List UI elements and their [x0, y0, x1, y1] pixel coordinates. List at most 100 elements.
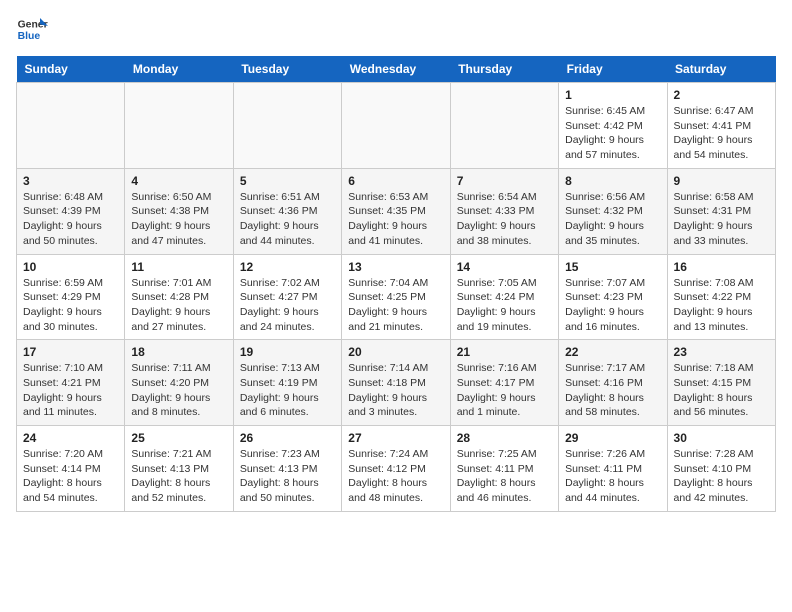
- day-info: Sunrise: 7:08 AMSunset: 4:22 PMDaylight:…: [674, 276, 769, 335]
- calendar-cell: 26 Sunrise: 7:23 AMSunset: 4:13 PMDayligh…: [233, 426, 341, 512]
- calendar-cell: 3 Sunrise: 6:48 AMSunset: 4:39 PMDaylight…: [17, 168, 125, 254]
- weekday-thursday: Thursday: [450, 56, 558, 83]
- day-info: Sunrise: 6:56 AMSunset: 4:32 PMDaylight:…: [565, 190, 660, 249]
- day-number: 29: [565, 431, 660, 445]
- week-row-1: 1 Sunrise: 6:45 AMSunset: 4:42 PMDaylight…: [17, 83, 776, 169]
- calendar-cell: 20 Sunrise: 7:14 AMSunset: 4:18 PMDayligh…: [342, 340, 450, 426]
- day-number: 9: [674, 174, 769, 188]
- day-number: 30: [674, 431, 769, 445]
- calendar-cell: 1 Sunrise: 6:45 AMSunset: 4:42 PMDaylight…: [559, 83, 667, 169]
- day-info: Sunrise: 7:18 AMSunset: 4:15 PMDaylight:…: [674, 361, 769, 420]
- day-number: 10: [23, 260, 118, 274]
- day-info: Sunrise: 7:13 AMSunset: 4:19 PMDaylight:…: [240, 361, 335, 420]
- day-info: Sunrise: 7:04 AMSunset: 4:25 PMDaylight:…: [348, 276, 443, 335]
- calendar-cell: 11 Sunrise: 7:01 AMSunset: 4:28 PMDayligh…: [125, 254, 233, 340]
- logo-icon: General Blue: [16, 16, 48, 44]
- calendar-cell: 24 Sunrise: 7:20 AMSunset: 4:14 PMDayligh…: [17, 426, 125, 512]
- day-info: Sunrise: 7:11 AMSunset: 4:20 PMDaylight:…: [131, 361, 226, 420]
- calendar-cell: 22 Sunrise: 7:17 AMSunset: 4:16 PMDayligh…: [559, 340, 667, 426]
- day-number: 7: [457, 174, 552, 188]
- day-info: Sunrise: 7:28 AMSunset: 4:10 PMDaylight:…: [674, 447, 769, 506]
- day-number: 4: [131, 174, 226, 188]
- day-number: 24: [23, 431, 118, 445]
- day-info: Sunrise: 7:20 AMSunset: 4:14 PMDaylight:…: [23, 447, 118, 506]
- week-row-4: 17Sunrise: 7:10 AMSunset: 4:21 PMDayligh…: [17, 340, 776, 426]
- day-info: Sunrise: 7:16 AMSunset: 4:17 PMDaylight:…: [457, 361, 552, 420]
- day-number: 3: [23, 174, 118, 188]
- day-info: Sunrise: 7:24 AMSunset: 4:12 PMDaylight:…: [348, 447, 443, 506]
- day-info: Sunrise: 6:58 AMSunset: 4:31 PMDaylight:…: [674, 190, 769, 249]
- day-number: 22: [565, 345, 660, 359]
- calendar-cell: 9 Sunrise: 6:58 AMSunset: 4:31 PMDaylight…: [667, 168, 775, 254]
- day-number: 8: [565, 174, 660, 188]
- calendar-cell: [17, 83, 125, 169]
- calendar-cell: 14 Sunrise: 7:05 AMSunset: 4:24 PMDayligh…: [450, 254, 558, 340]
- day-number: 25: [131, 431, 226, 445]
- day-info: Sunrise: 6:48 AMSunset: 4:39 PMDaylight:…: [23, 190, 118, 249]
- day-number: 16: [674, 260, 769, 274]
- calendar-cell: 8 Sunrise: 6:56 AMSunset: 4:32 PMDaylight…: [559, 168, 667, 254]
- calendar-cell: 7Sunrise: 6:54 AMSunset: 4:33 PMDaylight…: [450, 168, 558, 254]
- day-info: Sunrise: 7:23 AMSunset: 4:13 PMDaylight:…: [240, 447, 335, 506]
- weekday-monday: Monday: [125, 56, 233, 83]
- page-header: General Blue: [16, 16, 776, 44]
- day-info: Sunrise: 7:26 AMSunset: 4:11 PMDaylight:…: [565, 447, 660, 506]
- calendar-cell: 28Sunrise: 7:25 AMSunset: 4:11 PMDayligh…: [450, 426, 558, 512]
- day-number: 2: [674, 88, 769, 102]
- day-number: 17: [23, 345, 118, 359]
- day-info: Sunrise: 6:45 AMSunset: 4:42 PMDaylight:…: [565, 104, 660, 163]
- calendar-cell: 5Sunrise: 6:51 AMSunset: 4:36 PMDaylight…: [233, 168, 341, 254]
- day-number: 20: [348, 345, 443, 359]
- calendar-cell: [342, 83, 450, 169]
- day-info: Sunrise: 6:50 AMSunset: 4:38 PMDaylight:…: [131, 190, 226, 249]
- logo: General Blue: [16, 16, 48, 44]
- calendar-cell: 23 Sunrise: 7:18 AMSunset: 4:15 PMDayligh…: [667, 340, 775, 426]
- day-number: 13: [348, 260, 443, 274]
- day-info: Sunrise: 7:14 AMSunset: 4:18 PMDaylight:…: [348, 361, 443, 420]
- calendar-cell: 15Sunrise: 7:07 AMSunset: 4:23 PMDayligh…: [559, 254, 667, 340]
- calendar-cell: 10 Sunrise: 6:59 AMSunset: 4:29 PMDayligh…: [17, 254, 125, 340]
- day-info: Sunrise: 6:59 AMSunset: 4:29 PMDaylight:…: [23, 276, 118, 335]
- day-number: 15: [565, 260, 660, 274]
- day-number: 5: [240, 174, 335, 188]
- day-info: Sunrise: 6:53 AMSunset: 4:35 PMDaylight:…: [348, 190, 443, 249]
- week-row-5: 24 Sunrise: 7:20 AMSunset: 4:14 PMDayligh…: [17, 426, 776, 512]
- calendar-cell: [125, 83, 233, 169]
- day-info: Sunrise: 7:21 AMSunset: 4:13 PMDaylight:…: [131, 447, 226, 506]
- calendar-body: 1 Sunrise: 6:45 AMSunset: 4:42 PMDaylight…: [17, 83, 776, 512]
- calendar-cell: 25 Sunrise: 7:21 AMSunset: 4:13 PMDayligh…: [125, 426, 233, 512]
- week-row-2: 3 Sunrise: 6:48 AMSunset: 4:39 PMDaylight…: [17, 168, 776, 254]
- calendar-cell: 12 Sunrise: 7:02 AMSunset: 4:27 PMDayligh…: [233, 254, 341, 340]
- calendar-table: SundayMondayTuesdayWednesdayThursdayFrid…: [16, 56, 776, 512]
- day-number: 1: [565, 88, 660, 102]
- day-info: Sunrise: 7:01 AMSunset: 4:28 PMDaylight:…: [131, 276, 226, 335]
- day-number: 12: [240, 260, 335, 274]
- day-number: 14: [457, 260, 552, 274]
- weekday-tuesday: Tuesday: [233, 56, 341, 83]
- calendar-cell: 18Sunrise: 7:11 AMSunset: 4:20 PMDayligh…: [125, 340, 233, 426]
- weekday-sunday: Sunday: [17, 56, 125, 83]
- day-info: Sunrise: 7:05 AMSunset: 4:24 PMDaylight:…: [457, 276, 552, 335]
- day-info: Sunrise: 6:47 AMSunset: 4:41 PMDaylight:…: [674, 104, 769, 163]
- svg-text:Blue: Blue: [18, 31, 41, 42]
- calendar-cell: 27Sunrise: 7:24 AMSunset: 4:12 PMDayligh…: [342, 426, 450, 512]
- week-row-3: 10 Sunrise: 6:59 AMSunset: 4:29 PMDayligh…: [17, 254, 776, 340]
- calendar-cell: 19 Sunrise: 7:13 AMSunset: 4:19 PMDayligh…: [233, 340, 341, 426]
- svg-text:General: General: [18, 20, 48, 31]
- calendar-cell: 6Sunrise: 6:53 AMSunset: 4:35 PMDaylight…: [342, 168, 450, 254]
- day-info: Sunrise: 7:17 AMSunset: 4:16 PMDaylight:…: [565, 361, 660, 420]
- calendar-cell: 16 Sunrise: 7:08 AMSunset: 4:22 PMDayligh…: [667, 254, 775, 340]
- day-number: 11: [131, 260, 226, 274]
- day-info: Sunrise: 7:02 AMSunset: 4:27 PMDaylight:…: [240, 276, 335, 335]
- day-number: 19: [240, 345, 335, 359]
- calendar-cell: 29 Sunrise: 7:26 AMSunset: 4:11 PMDayligh…: [559, 426, 667, 512]
- day-number: 26: [240, 431, 335, 445]
- weekday-header-row: SundayMondayTuesdayWednesdayThursdayFrid…: [17, 56, 776, 83]
- calendar-cell: 13 Sunrise: 7:04 AMSunset: 4:25 PMDayligh…: [342, 254, 450, 340]
- calendar-cell: 30 Sunrise: 7:28 AMSunset: 4:10 PMDayligh…: [667, 426, 775, 512]
- calendar-cell: 2 Sunrise: 6:47 AMSunset: 4:41 PMDaylight…: [667, 83, 775, 169]
- day-number: 23: [674, 345, 769, 359]
- calendar-cell: 17Sunrise: 7:10 AMSunset: 4:21 PMDayligh…: [17, 340, 125, 426]
- calendar-cell: [450, 83, 558, 169]
- weekday-saturday: Saturday: [667, 56, 775, 83]
